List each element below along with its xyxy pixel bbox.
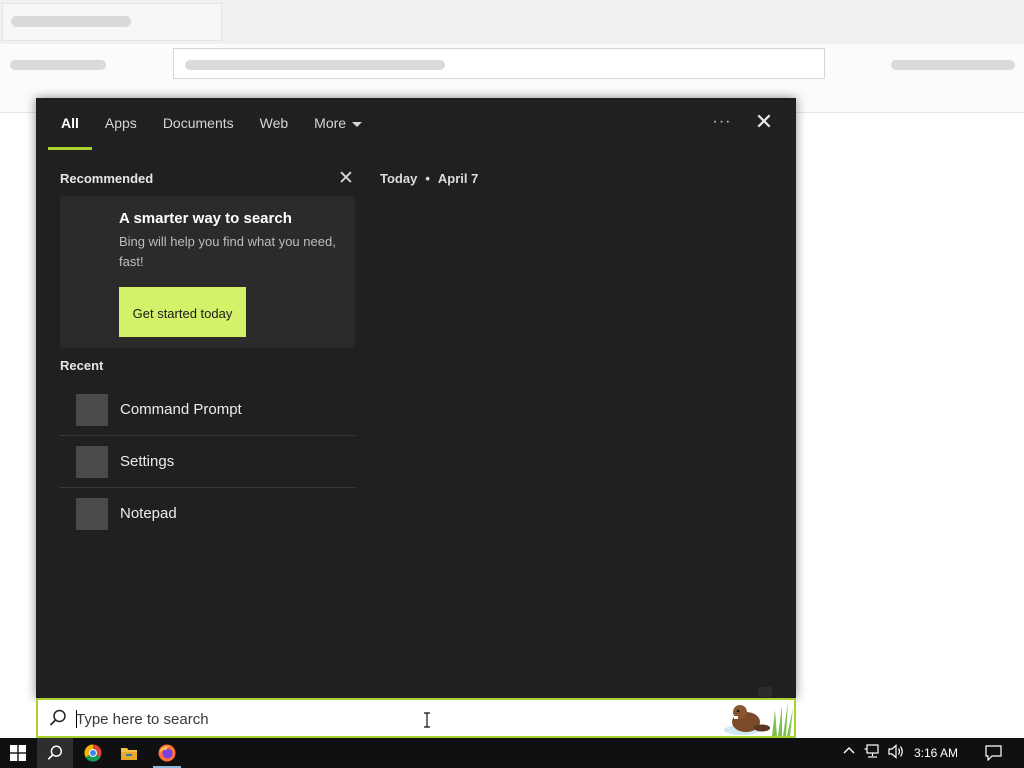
recent-item-label: Notepad xyxy=(120,505,177,522)
tab-documents[interactable]: Documents xyxy=(150,98,247,150)
bing-promo-card: A smarter way to search Bing will help y… xyxy=(60,196,355,348)
close-button[interactable]: ✕ xyxy=(754,111,774,134)
tab-label: Apps xyxy=(104,115,137,131)
network-icon xyxy=(864,744,879,758)
today-heading: Today • April 7 xyxy=(380,171,478,186)
background-address-bar xyxy=(173,48,825,79)
volume-icon xyxy=(888,744,903,759)
ibeam-cursor-icon xyxy=(424,712,430,728)
clock[interactable]: 3:16 AM xyxy=(914,738,958,768)
skeleton-bar xyxy=(185,60,445,70)
tab-label: Documents xyxy=(162,115,234,131)
notification-icon xyxy=(984,745,1002,761)
today-date: April 7 xyxy=(437,171,479,186)
taskbar-firefox[interactable] xyxy=(149,738,185,768)
recent-item-notepad[interactable]: Notepad xyxy=(60,488,355,539)
search-icon xyxy=(49,709,66,726)
notepad-icon xyxy=(76,498,108,530)
recent-item-label: Settings xyxy=(120,453,175,470)
skeleton-bar xyxy=(11,16,131,27)
search-flyout: All Apps Documents Web More ··· ✕ Recomm… xyxy=(36,98,796,698)
search-input[interactable] xyxy=(76,706,676,732)
text-cursor xyxy=(76,710,77,728)
windows-logo-icon xyxy=(10,745,26,761)
taskbar: 3:16 AM xyxy=(0,738,1024,768)
tab-label: Web xyxy=(259,115,289,131)
card-title: A smarter way to search xyxy=(119,210,292,227)
tab-web[interactable]: Web xyxy=(247,98,302,150)
search-scope-tabs: All Apps Documents Web More xyxy=(48,98,375,150)
separator-dot: • xyxy=(425,171,430,186)
tab-more[interactable]: More xyxy=(301,98,375,150)
card-description: Bing will help you find what you need, f… xyxy=(119,234,336,269)
tab-all[interactable]: All xyxy=(48,98,92,150)
recommended-heading: Recommended xyxy=(60,171,154,186)
settings-icon xyxy=(76,446,108,478)
command-prompt-icon xyxy=(76,394,108,426)
skeleton-bar xyxy=(10,60,106,70)
background-tab xyxy=(2,3,222,41)
taskbar-chrome[interactable] xyxy=(75,738,111,768)
recent-item-settings[interactable]: Settings xyxy=(60,436,355,488)
tab-apps[interactable]: Apps xyxy=(92,98,150,150)
search-icon xyxy=(47,745,63,760)
start-button[interactable] xyxy=(0,738,36,768)
recent-heading: Recent xyxy=(60,358,104,373)
beaver-illustration-icon xyxy=(724,702,793,736)
more-options-button[interactable]: ··· xyxy=(712,112,732,134)
recent-item-command-prompt[interactable]: Command Prompt xyxy=(60,384,355,436)
dismiss-recommended-button[interactable]: ✕ xyxy=(337,169,355,189)
skeleton-bar xyxy=(891,60,1015,70)
taskbar-search-button[interactable] xyxy=(37,738,73,768)
action-center-button[interactable] xyxy=(975,738,1011,768)
tab-label: More xyxy=(314,115,347,131)
get-started-button[interactable]: Get started today xyxy=(119,287,246,337)
network-button[interactable] xyxy=(864,744,882,760)
chevron-up-icon xyxy=(843,747,855,754)
taskbar-file-explorer[interactable] xyxy=(111,738,147,768)
scrollbar-thumb[interactable] xyxy=(758,687,772,697)
show-hidden-icons-button[interactable] xyxy=(842,744,858,760)
firefox-icon xyxy=(158,744,176,762)
taskbar-search-box[interactable] xyxy=(36,698,796,738)
chevron-down-icon xyxy=(352,121,363,127)
today-label: Today xyxy=(380,171,418,186)
recent-list: Command Prompt Settings Notepad xyxy=(60,384,355,539)
recent-item-label: Command Prompt xyxy=(120,401,242,418)
chrome-icon xyxy=(84,744,102,762)
tab-label: All xyxy=(61,115,79,131)
file-explorer-icon xyxy=(121,748,137,760)
background-window-titlebar xyxy=(0,0,1024,44)
volume-button[interactable] xyxy=(888,744,906,760)
